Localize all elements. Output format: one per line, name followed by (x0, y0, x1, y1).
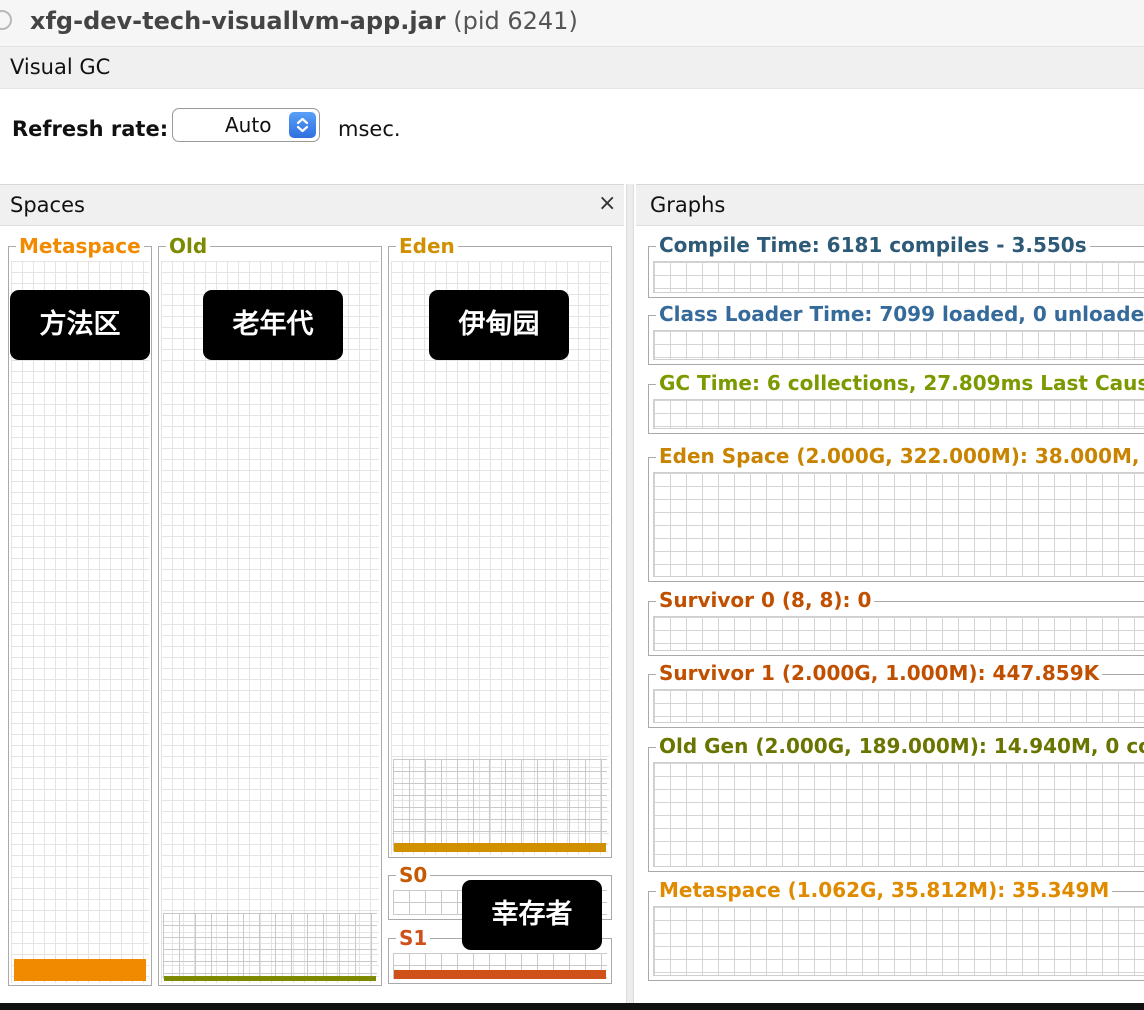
eden-space-label: Eden (396, 235, 458, 257)
gc-time-graph: GC Time: 6 collections, 27.809ms Last Ca… (648, 371, 1144, 434)
refresh-rate-select[interactable]: Auto (172, 108, 320, 142)
compile-time-graph: Compile Time: 6181 compiles - 3.550s (648, 233, 1144, 298)
graphs-panel-title: Graphs (650, 193, 726, 217)
close-icon[interactable]: × (598, 191, 616, 217)
graph-grid (653, 906, 1144, 976)
metaspace-usage-bar (14, 959, 146, 981)
window-title: xfg-dev-tech-visuallvm-app.jar (pid 6241… (30, 6, 578, 36)
graph-grid (653, 689, 1144, 723)
s1-usage-bar (394, 970, 606, 979)
spaces-panel-header: Spaces × (0, 184, 624, 226)
old-space-label: Old (166, 235, 211, 257)
eden-space-graph: Eden Space (2.000G, 322.000M): 38.000M, … (648, 444, 1144, 582)
old-used-grid (163, 913, 377, 979)
old-gen-graph-title: Old Gen (2.000G, 189.000M): 14.940M, 0 c… (656, 734, 1144, 758)
window-title-app: xfg-dev-tech-visuallvm-app.jar (30, 7, 446, 35)
graph-grid (653, 330, 1144, 360)
metaspace-graph: Metaspace (1.062G, 35.812M): 35.349M (648, 878, 1144, 981)
refresh-rate-value: Auto (225, 113, 272, 137)
old-gen-annotation: 老年代 (203, 290, 343, 360)
window-title-bar: xfg-dev-tech-visuallvm-app.jar (pid 6241… (0, 0, 1144, 47)
graph-grid (653, 261, 1144, 293)
survivor-0-graph-title: Survivor 0 (8, 8): 0 (656, 588, 875, 612)
eden-space-graph-title: Eden Space (2.000G, 322.000M): 38.000M, … (656, 444, 1144, 468)
gc-time-graph-title: GC Time: 6 collections, 27.809ms Last Ca… (656, 371, 1144, 395)
s1-space-label: S1 (396, 927, 431, 949)
old-gen-graph: Old Gen (2.000G, 189.000M): 14.940M, 0 c… (648, 734, 1144, 872)
old-usage-bar (164, 976, 376, 981)
window-title-pid: (pid 6241) (453, 7, 578, 35)
graphs-panel-header: Graphs (636, 184, 1144, 226)
bottom-edge-bar (0, 1003, 1144, 1010)
class-loader-graph-title: Class Loader Time: 7099 loaded, 0 unload… (656, 302, 1144, 326)
eden-used-grid (393, 759, 607, 851)
graph-grid (653, 762, 1144, 867)
graph-grid (653, 472, 1144, 577)
graph-grid (653, 399, 1144, 429)
metaspace-space-label: Metaspace (16, 235, 144, 257)
survivor-annotation: 幸存者 (462, 880, 602, 950)
eden-annotation: 伊甸园 (429, 290, 569, 360)
metaspace-grid (11, 261, 149, 983)
metaspace-graph-title: Metaspace (1.062G, 35.812M): 35.349M (656, 878, 1113, 902)
panel-splitter[interactable] (626, 184, 634, 1010)
spaces-panel-title: Spaces (10, 193, 85, 217)
survivor-1-graph: Survivor 1 (2.000G, 1.000M): 447.859K (648, 661, 1144, 728)
survivor-1-graph-title: Survivor 1 (2.000G, 1.000M): 447.859K (656, 661, 1103, 685)
old-grid (161, 261, 379, 983)
select-stepper-icon[interactable] (289, 112, 316, 138)
graph-grid (653, 616, 1144, 651)
app-status-icon (0, 10, 12, 30)
survivor-0-graph: Survivor 0 (8, 8): 0 (648, 588, 1144, 656)
visual-gc-tab-label: Visual GC (10, 55, 111, 79)
s0-space-label: S0 (396, 864, 431, 886)
compile-time-graph-title: Compile Time: 6181 compiles - 3.550s (656, 233, 1090, 257)
refresh-rate-label: Refresh rate: (12, 117, 169, 141)
class-loader-graph: Class Loader Time: 7099 loaded, 0 unload… (648, 302, 1144, 365)
eden-usage-bar (394, 843, 606, 852)
visual-gc-tab[interactable]: Visual GC (0, 47, 1144, 89)
refresh-rate-unit: msec. (338, 117, 401, 141)
method-area-annotation: 方法区 (10, 290, 150, 360)
